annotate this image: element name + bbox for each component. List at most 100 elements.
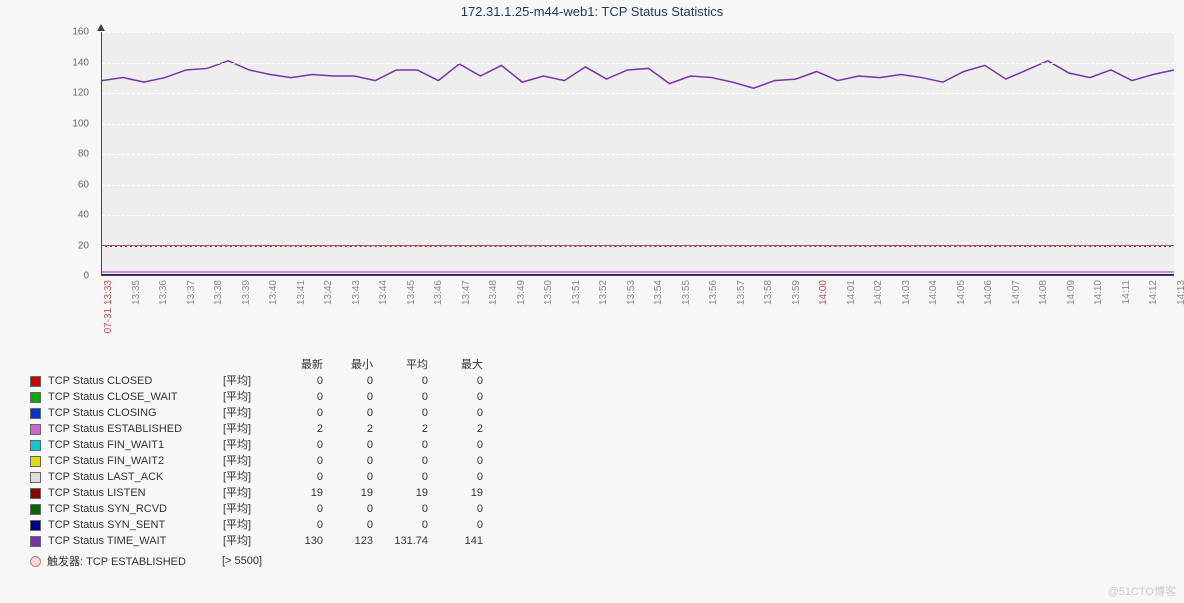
col-latest: 最新 — [283, 356, 333, 372]
x-tick: 13:38 — [213, 280, 224, 305]
col-avg: 平均 — [383, 356, 438, 372]
legend-avg: 0 — [383, 405, 438, 421]
x-tick: 13:51 — [571, 280, 582, 305]
trigger-row: 触发器: TCP ESTABLISHED [> 5500] — [30, 553, 493, 569]
legend-max: 0 — [438, 389, 493, 405]
x-tick: 13:50 — [543, 280, 554, 305]
x-tick: 13:40 — [268, 280, 279, 305]
legend-swatch — [30, 392, 41, 403]
y-tick: 40 — [78, 210, 89, 221]
legend-min: 0 — [333, 405, 383, 421]
legend-name: TCP Status ESTABLISHED — [48, 421, 223, 437]
x-tick: 13:48 — [488, 280, 499, 305]
legend-swatch — [30, 504, 41, 515]
legend-latest: 0 — [283, 517, 333, 533]
legend-swatch — [30, 520, 41, 531]
legend-latest: 0 — [283, 389, 333, 405]
x-tick: 14:10 — [1093, 280, 1104, 305]
legend-name: TCP Status LAST_ACK — [48, 469, 223, 485]
legend-max: 2 — [438, 421, 493, 437]
legend-max: 0 — [438, 517, 493, 533]
x-tick: 13:35 — [131, 280, 142, 305]
legend-max: 0 — [438, 469, 493, 485]
legend-max: 0 — [438, 405, 493, 421]
legend-avg: 131.74 — [383, 533, 438, 549]
legend-swatch — [30, 456, 41, 467]
legend-avg: 2 — [383, 421, 438, 437]
legend-avg: 0 — [383, 469, 438, 485]
x-tick: 14:08 — [1038, 280, 1049, 305]
y-tick: 20 — [78, 240, 89, 251]
legend-latest: 0 — [283, 453, 333, 469]
legend-agg: [平均] — [223, 517, 283, 533]
legend-latest: 0 — [283, 501, 333, 517]
y-axis-arrow — [97, 24, 105, 31]
legend-row: TCP Status LISTEN[平均]19191919 — [30, 485, 493, 501]
legend-latest: 130 — [283, 533, 333, 549]
legend-max: 0 — [438, 453, 493, 469]
x-tick: 14:02 — [873, 280, 884, 305]
x-tick: 14:11 — [1121, 280, 1132, 304]
x-tick: 14:04 — [928, 280, 939, 305]
col-max: 最大 — [438, 356, 493, 372]
x-tick: 13:37 — [186, 280, 197, 305]
x-tick: 13:55 — [681, 280, 692, 305]
legend-avg: 19 — [383, 485, 438, 501]
legend-row: TCP Status CLOSED[平均]0000 — [30, 373, 493, 389]
x-axis: 07-31 13:3313:3513:3613:3713:3813:3913:4… — [101, 280, 1174, 340]
legend-swatch — [30, 408, 41, 419]
legend-name: TCP Status SYN_RCVD — [48, 501, 223, 517]
legend-avg: 0 — [383, 389, 438, 405]
x-tick: 13:36 — [158, 280, 169, 305]
legend-swatch — [30, 472, 41, 483]
x-tick: 13:54 — [653, 280, 664, 305]
x-tick: 14:03 — [901, 280, 912, 305]
legend-row: TCP Status FIN_WAIT1[平均]0000 — [30, 437, 493, 453]
x-tick: 14:01 — [846, 280, 857, 305]
x-tick: 13:45 — [406, 280, 417, 305]
legend-min: 2 — [333, 421, 383, 437]
y-tick: 120 — [72, 88, 89, 99]
legend-avg: 0 — [383, 437, 438, 453]
x-tick: 13:52 — [598, 280, 609, 305]
legend-swatch — [30, 488, 41, 499]
legend-row: TCP Status SYN_SENT[平均]0000 — [30, 517, 493, 533]
legend-row: TCP Status LAST_ACK[平均]0000 — [30, 469, 493, 485]
x-tick: 13:56 — [708, 280, 719, 305]
legend-name: TCP Status FIN_WAIT2 — [48, 453, 223, 469]
legend-agg: [平均] — [223, 405, 283, 421]
legend-min: 0 — [333, 453, 383, 469]
plot-area — [101, 32, 1174, 276]
legend-min: 0 — [333, 389, 383, 405]
x-tick: 13:44 — [378, 280, 389, 305]
x-tick: 14:12 — [1148, 280, 1159, 305]
legend-name: TCP Status FIN_WAIT1 — [48, 437, 223, 453]
y-tick: 100 — [72, 118, 89, 129]
legend-avg: 0 — [383, 517, 438, 533]
legend-agg: [平均] — [223, 389, 283, 405]
legend-agg: [平均] — [223, 373, 283, 389]
legend-agg: [平均] — [223, 485, 283, 501]
x-tick: 13:49 — [516, 280, 527, 305]
legend-name: TCP Status CLOSED — [48, 373, 223, 389]
legend-row: TCP Status ESTABLISHED[平均]2222 — [30, 421, 493, 437]
legend-name: TCP Status CLOSING — [48, 405, 223, 421]
legend-row: TCP Status SYN_RCVD[平均]0000 — [30, 501, 493, 517]
legend-swatch — [30, 536, 41, 547]
y-tick: 160 — [72, 27, 89, 38]
x-tick: 07-31 13:33 — [103, 280, 114, 333]
legend-min: 0 — [333, 469, 383, 485]
legend-max: 141 — [438, 533, 493, 549]
legend-avg: 0 — [383, 373, 438, 389]
legend-agg: [平均] — [223, 421, 283, 437]
x-tick: 13:41 — [296, 280, 307, 305]
x-tick: 13:57 — [736, 280, 747, 305]
series-line — [102, 61, 1174, 88]
legend-agg: [平均] — [223, 453, 283, 469]
legend-agg: [平均] — [223, 501, 283, 517]
x-tick: 13:58 — [763, 280, 774, 305]
legend-swatch — [30, 376, 41, 387]
legend-min: 0 — [333, 517, 383, 533]
legend-header: 最新 最小 平均 最大 — [30, 356, 493, 372]
legend-avg: 0 — [383, 501, 438, 517]
